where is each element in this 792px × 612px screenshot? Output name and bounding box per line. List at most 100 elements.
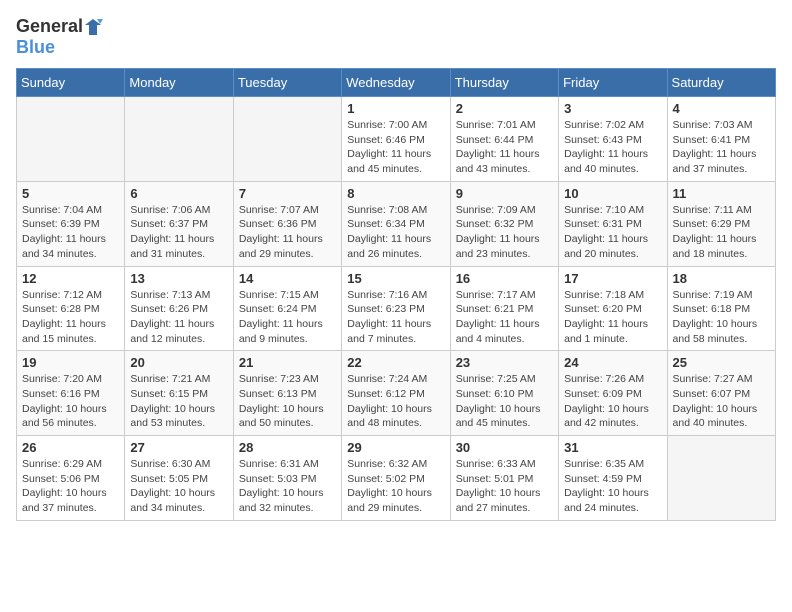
calendar-cell: 12 Sunrise: 7:12 AM Sunset: 6:28 PM Dayli… <box>17 266 125 351</box>
calendar-cell: 17Sunrise: 7:18 AM Sunset: 6:20 PM Dayli… <box>559 266 667 351</box>
day-info: Sunrise: 6:32 AM Sunset: 5:02 PM Dayligh… <box>347 457 444 516</box>
day-info: Sunrise: 7:01 AM Sunset: 6:44 PM Dayligh… <box>456 118 553 177</box>
calendar-cell: 31Sunrise: 6:35 AM Sunset: 4:59 PM Dayli… <box>559 436 667 521</box>
day-number: 10 <box>564 186 661 201</box>
calendar-cell: 21Sunrise: 7:23 AM Sunset: 6:13 PM Dayli… <box>233 351 341 436</box>
calendar-cell: 27 Sunrise: 6:30 AM Sunset: 5:05 PM Dayli… <box>125 436 233 521</box>
calendar-cell: 20 Sunrise: 7:21 AM Sunset: 6:15 PM Dayli… <box>125 351 233 436</box>
calendar-cell <box>667 436 775 521</box>
day-number: 20 <box>130 355 227 370</box>
calendar-cell: 26 Sunrise: 6:29 AM Sunset: 5:06 PM Dayli… <box>17 436 125 521</box>
day-info: Sunrise: 7:06 AM Sunset: 6:37 PM Dayligh… <box>130 203 227 262</box>
calendar-cell: 24 Sunrise: 7:26 AM Sunset: 6:09 PM Dayli… <box>559 351 667 436</box>
week-row-4: 19 Sunrise: 7:20 AM Sunset: 6:16 PM Dayli… <box>17 351 776 436</box>
day-info: Sunrise: 7:19 AM Sunset: 6:18 PM Dayligh… <box>673 288 770 347</box>
day-info: Sunrise: 7:03 AM Sunset: 6:41 PM Dayligh… <box>673 118 770 177</box>
day-number: 8 <box>347 186 444 201</box>
calendar-cell: 18 Sunrise: 7:19 AM Sunset: 6:18 PM Dayli… <box>667 266 775 351</box>
day-info: Sunrise: 7:20 AM Sunset: 6:16 PM Dayligh… <box>22 372 119 431</box>
day-number: 29 <box>347 440 444 455</box>
day-info: Sunrise: 7:16 AM Sunset: 6:23 PM Dayligh… <box>347 288 444 347</box>
day-info: Sunrise: 7:07 AM Sunset: 6:36 PM Dayligh… <box>239 203 336 262</box>
day-info: Sunrise: 7:27 AM Sunset: 6:07 PM Dayligh… <box>673 372 770 431</box>
weekday-header-friday: Friday <box>559 69 667 97</box>
day-number: 30 <box>456 440 553 455</box>
calendar-cell: 22 Sunrise: 7:24 AM Sunset: 6:12 PM Dayli… <box>342 351 450 436</box>
calendar-cell: 19 Sunrise: 7:20 AM Sunset: 6:16 PM Dayli… <box>17 351 125 436</box>
day-number: 12 <box>22 271 119 286</box>
day-number: 3 <box>564 101 661 116</box>
calendar-cell: 5 Sunrise: 7:04 AM Sunset: 6:39 PM Daylig… <box>17 181 125 266</box>
calendar-cell: 14 Sunrise: 7:15 AM Sunset: 6:24 PM Dayli… <box>233 266 341 351</box>
day-number: 21 <box>239 355 336 370</box>
day-info: Sunrise: 7:10 AM Sunset: 6:31 PM Dayligh… <box>564 203 661 262</box>
calendar-cell <box>233 97 341 182</box>
calendar-cell <box>17 97 125 182</box>
week-row-5: 26 Sunrise: 6:29 AM Sunset: 5:06 PM Dayli… <box>17 436 776 521</box>
calendar-cell: 15 Sunrise: 7:16 AM Sunset: 6:23 PM Dayli… <box>342 266 450 351</box>
day-info: Sunrise: 7:09 AM Sunset: 6:32 PM Dayligh… <box>456 203 553 262</box>
calendar-cell: 4Sunrise: 7:03 AM Sunset: 6:41 PM Daylig… <box>667 97 775 182</box>
weekday-header-sunday: Sunday <box>17 69 125 97</box>
day-info: Sunrise: 7:25 AM Sunset: 6:10 PM Dayligh… <box>456 372 553 431</box>
weekday-header-monday: Monday <box>125 69 233 97</box>
calendar-cell: 9 Sunrise: 7:09 AM Sunset: 6:32 PM Daylig… <box>450 181 558 266</box>
logo-blue: Blue <box>16 37 103 58</box>
day-number: 26 <box>22 440 119 455</box>
weekday-header-thursday: Thursday <box>450 69 558 97</box>
weekday-header-row: SundayMondayTuesdayWednesdayThursdayFrid… <box>17 69 776 97</box>
day-number: 27 <box>130 440 227 455</box>
day-number: 19 <box>22 355 119 370</box>
calendar-cell: 2Sunrise: 7:01 AM Sunset: 6:44 PM Daylig… <box>450 97 558 182</box>
calendar-cell: 10 Sunrise: 7:10 AM Sunset: 6:31 PM Dayli… <box>559 181 667 266</box>
day-info: Sunrise: 7:21 AM Sunset: 6:15 PM Dayligh… <box>130 372 227 431</box>
day-number: 31 <box>564 440 661 455</box>
day-number: 14 <box>239 271 336 286</box>
day-number: 5 <box>22 186 119 201</box>
day-number: 23 <box>456 355 553 370</box>
day-info: Sunrise: 7:02 AM Sunset: 6:43 PM Dayligh… <box>564 118 661 177</box>
day-number: 6 <box>130 186 227 201</box>
logo-general: General <box>16 16 83 37</box>
calendar-cell: 11Sunrise: 7:11 AM Sunset: 6:29 PM Dayli… <box>667 181 775 266</box>
calendar-cell: 29 Sunrise: 6:32 AM Sunset: 5:02 PM Dayli… <box>342 436 450 521</box>
calendar-cell <box>125 97 233 182</box>
day-info: Sunrise: 6:33 AM Sunset: 5:01 PM Dayligh… <box>456 457 553 516</box>
day-number: 28 <box>239 440 336 455</box>
day-info: Sunrise: 6:31 AM Sunset: 5:03 PM Dayligh… <box>239 457 336 516</box>
header: GeneralBlue <box>16 16 776 58</box>
calendar-cell: 3 Sunrise: 7:02 AM Sunset: 6:43 PM Daylig… <box>559 97 667 182</box>
day-info: Sunrise: 7:13 AM Sunset: 6:26 PM Dayligh… <box>130 288 227 347</box>
calendar-cell: 13Sunrise: 7:13 AM Sunset: 6:26 PM Dayli… <box>125 266 233 351</box>
day-info: Sunrise: 7:11 AM Sunset: 6:29 PM Dayligh… <box>673 203 770 262</box>
calendar: SundayMondayTuesdayWednesdayThursdayFrid… <box>16 68 776 521</box>
calendar-cell: 30 Sunrise: 6:33 AM Sunset: 5:01 PM Dayli… <box>450 436 558 521</box>
day-info: Sunrise: 7:17 AM Sunset: 6:21 PM Dayligh… <box>456 288 553 347</box>
day-number: 18 <box>673 271 770 286</box>
weekday-header-tuesday: Tuesday <box>233 69 341 97</box>
day-info: Sunrise: 7:04 AM Sunset: 6:39 PM Dayligh… <box>22 203 119 262</box>
day-number: 9 <box>456 186 553 201</box>
calendar-cell: 1Sunrise: 7:00 AM Sunset: 6:46 PM Daylig… <box>342 97 450 182</box>
calendar-cell: 7 Sunrise: 7:07 AM Sunset: 6:36 PM Daylig… <box>233 181 341 266</box>
day-info: Sunrise: 7:26 AM Sunset: 6:09 PM Dayligh… <box>564 372 661 431</box>
logo-bird-icon <box>83 17 103 37</box>
day-info: Sunrise: 7:15 AM Sunset: 6:24 PM Dayligh… <box>239 288 336 347</box>
day-number: 15 <box>347 271 444 286</box>
day-info: Sunrise: 7:12 AM Sunset: 6:28 PM Dayligh… <box>22 288 119 347</box>
day-number: 22 <box>347 355 444 370</box>
day-info: Sunrise: 7:08 AM Sunset: 6:34 PM Dayligh… <box>347 203 444 262</box>
logo: GeneralBlue <box>16 16 103 58</box>
day-number: 17 <box>564 271 661 286</box>
day-number: 24 <box>564 355 661 370</box>
day-info: Sunrise: 7:24 AM Sunset: 6:12 PM Dayligh… <box>347 372 444 431</box>
day-number: 7 <box>239 186 336 201</box>
calendar-cell: 8 Sunrise: 7:08 AM Sunset: 6:34 PM Daylig… <box>342 181 450 266</box>
day-number: 25 <box>673 355 770 370</box>
day-number: 1 <box>347 101 444 116</box>
weekday-header-saturday: Saturday <box>667 69 775 97</box>
day-info: Sunrise: 6:30 AM Sunset: 5:05 PM Dayligh… <box>130 457 227 516</box>
day-info: Sunrise: 6:29 AM Sunset: 5:06 PM Dayligh… <box>22 457 119 516</box>
calendar-cell: 23 Sunrise: 7:25 AM Sunset: 6:10 PM Dayli… <box>450 351 558 436</box>
calendar-cell: 25 Sunrise: 7:27 AM Sunset: 6:07 PM Dayli… <box>667 351 775 436</box>
